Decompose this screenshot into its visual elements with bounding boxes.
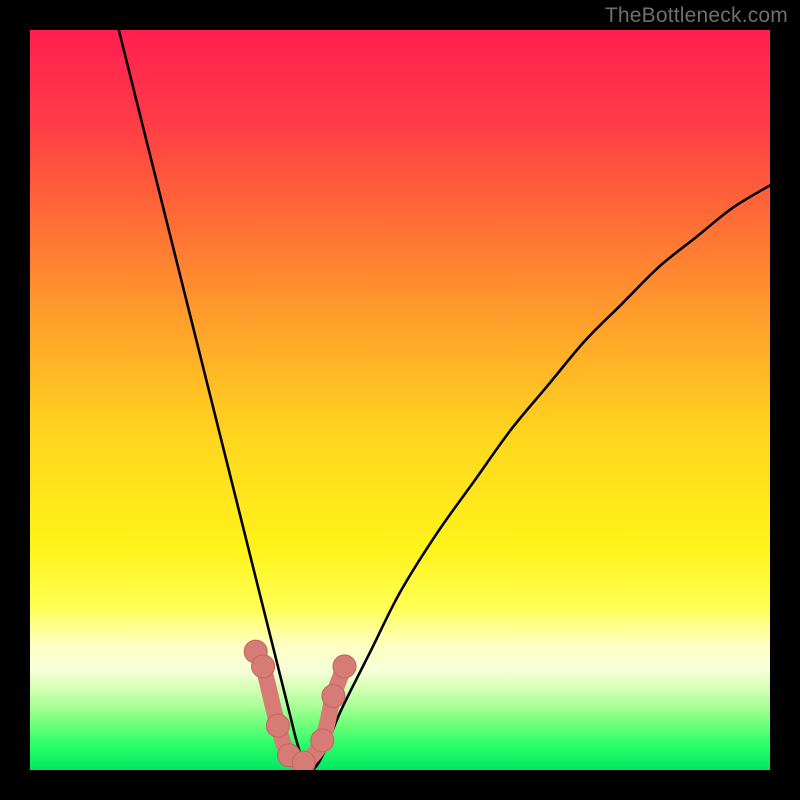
highlight-point — [333, 655, 356, 678]
highlight-point — [311, 729, 334, 752]
chart-svg — [30, 30, 770, 770]
outer-frame: TheBottleneck.com — [0, 0, 800, 800]
highlight-point — [252, 655, 275, 678]
bottleneck-curve — [119, 30, 770, 770]
highlight-point — [292, 751, 315, 770]
plot-area — [30, 30, 770, 770]
highlight-point — [266, 714, 289, 737]
highlight-point — [322, 685, 345, 708]
watermark-text: TheBottleneck.com — [605, 4, 788, 28]
